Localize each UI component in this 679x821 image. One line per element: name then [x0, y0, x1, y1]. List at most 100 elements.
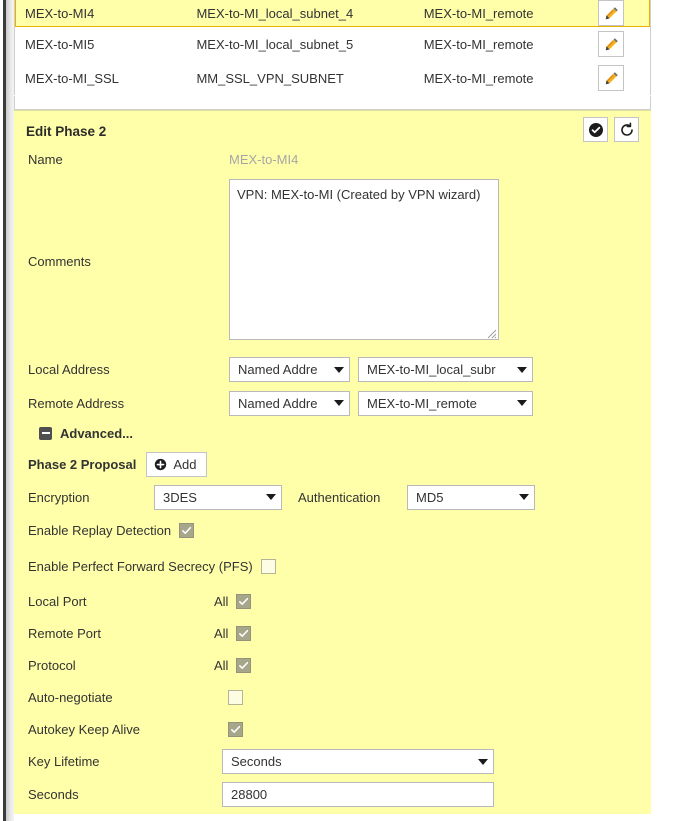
check-icon [182, 526, 192, 534]
check-icon [231, 725, 241, 733]
local-address-type-select[interactable]: Named Addre [229, 357, 350, 382]
name-label: Name [28, 151, 63, 167]
seconds-label: Seconds [28, 787, 79, 802]
phase2-proposal-label: Phase 2 Proposal [28, 456, 137, 472]
table-bottom-padding [14, 96, 651, 110]
panel-title: Edit Phase 2 [26, 124, 107, 139]
edit-phase2-panel: Edit Phase 2 Name MEX-to-MI4 Comments VP… [14, 110, 651, 814]
row-name: MEX-to-MI4 [25, 5, 95, 21]
remote-address-type-value: Named Addre [238, 395, 318, 411]
field-remote-port: Remote Port All [14, 617, 651, 649]
local-address-value: MEX-to-MI_local_subr [367, 362, 496, 377]
table-row[interactable]: MEX-to-MI4 MEX-to-MI_local_subnet_4 MEX-… [15, 0, 650, 27]
autokey-keep-alive-checkbox[interactable] [228, 721, 243, 737]
undo-arrow-icon [620, 122, 633, 136]
encryption-select[interactable]: 3DES [154, 484, 282, 510]
field-key-lifetime: Key Lifetime Seconds [14, 745, 651, 778]
content-column: MEX-to-MI4 MEX-to-MI_local_subnet_4 MEX-… [14, 0, 679, 821]
local-port-label: Local Port [28, 593, 87, 609]
chevron-down-icon [517, 400, 527, 406]
local-port-all-label: All [214, 593, 229, 609]
local-port-all-checkbox[interactable] [236, 593, 252, 609]
remote-address-value-select[interactable]: MEX-to-MI_remote [358, 390, 533, 416]
row-local: MEX-to-MI_local_subnet_4 [196, 5, 354, 21]
key-lifetime-label: Key Lifetime [28, 754, 100, 769]
field-autokey-keep-alive: Autokey Keep Alive [14, 713, 651, 745]
replay-detection-checkbox[interactable] [179, 523, 195, 538]
remote-port-all-checkbox[interactable] [236, 625, 252, 641]
row-name: MEX-to-MI5 [25, 36, 95, 52]
phase2-selectors-table: MEX-to-MI4 MEX-to-MI_local_subnet_4 MEX-… [14, 0, 651, 95]
local-address-type-value: Named Addre [238, 362, 318, 377]
chevron-down-icon [519, 494, 529, 500]
pfs-checkbox[interactable] [260, 558, 276, 574]
pencil-icon [605, 37, 618, 50]
authentication-value: MD5 [416, 489, 444, 505]
comments-textarea[interactable]: VPN: MEX-to-MI (Created by VPN wizard) [229, 179, 499, 340]
panel-actions [583, 117, 639, 142]
remote-port-label: Remote Port [28, 625, 101, 641]
check-circle-icon [588, 122, 603, 137]
table-row[interactable]: MEX-to-MI_SSL MM_SSL_VPN_SUBNET MEX-to-M… [15, 61, 650, 95]
apply-button[interactable] [583, 117, 608, 142]
edit-row-button[interactable] [598, 31, 625, 57]
chevron-down-icon [266, 494, 276, 500]
edit-row-button[interactable] [598, 0, 625, 26]
comments-label: Comments [28, 254, 91, 269]
encryption-value: 3DES [163, 489, 197, 505]
remote-address-label: Remote Address [28, 395, 125, 411]
pfs-label: Enable Perfect Forward Secrecy (PFS) [28, 558, 253, 574]
key-lifetime-select[interactable]: Seconds [222, 749, 494, 774]
window-left-edge [0, 0, 14, 821]
plus-circle-icon [155, 458, 167, 470]
field-pfs: Enable Perfect Forward Secrecy (PFS) [14, 547, 651, 585]
row-remote: MEX-to-MI_remote [423, 70, 534, 86]
chevron-down-icon [517, 366, 527, 373]
row-remote: MEX-to-MI_remote [423, 36, 534, 52]
advanced-toggle[interactable]: Advanced... [14, 418, 651, 448]
auto-negotiate-label: Auto-negotiate [28, 689, 113, 705]
row-local: MEX-to-MI_local_subnet_5 [196, 36, 354, 52]
field-seconds: Seconds 28800 [14, 778, 651, 811]
protocol-all-checkbox[interactable] [236, 657, 252, 673]
row-actions [598, 0, 650, 26]
field-replay-detection: Enable Replay Detection [14, 514, 651, 547]
authentication-select[interactable]: MD5 [407, 484, 535, 510]
local-address-value-select[interactable]: MEX-to-MI_local_subr [358, 357, 533, 382]
add-proposal-button[interactable]: Add [146, 451, 207, 477]
row-local: MM_SSL_VPN_SUBNET [196, 70, 344, 86]
local-address-label: Local Address [28, 362, 110, 377]
auto-negotiate-checkbox[interactable] [228, 689, 243, 705]
row-remote: MEX-to-MI_remote [423, 5, 534, 21]
remote-port-all-label: All [214, 625, 229, 641]
row-name: MEX-to-MI_SSL [25, 70, 119, 86]
advanced-label: Advanced... [60, 425, 133, 441]
key-lifetime-value: Seconds [231, 754, 282, 769]
autokey-keep-alive-label: Autokey Keep Alive [28, 721, 141, 737]
name-value: MEX-to-MI4 [229, 151, 299, 167]
field-local-port: Local Port All [14, 585, 651, 617]
table-row[interactable]: MEX-to-MI5 MEX-to-MI_local_subnet_5 MEX-… [15, 27, 650, 61]
row-actions [598, 65, 650, 91]
phase2-form: Name MEX-to-MI4 Comments VPN: MEX-to-MI … [14, 147, 651, 811]
replay-detection-label: Enable Replay Detection [28, 523, 172, 538]
minus-square-icon[interactable] [39, 426, 52, 440]
revert-button[interactable] [614, 117, 639, 142]
check-icon [239, 629, 249, 637]
pencil-icon [605, 6, 618, 19]
field-remote-address: Remote Address Named Addre MEX-to-MI_rem… [14, 388, 651, 418]
protocol-label: Protocol [28, 657, 76, 673]
page-scrollbar-track[interactable] [6, 0, 14, 821]
field-auto-negotiate: Auto-negotiate [14, 681, 651, 713]
edit-row-button[interactable] [598, 65, 625, 91]
field-encryption-auth: Encryption 3DES Authentication MD5 [14, 480, 651, 514]
seconds-input[interactable]: 28800 [222, 782, 494, 807]
row-actions [598, 31, 650, 57]
add-label: Add [173, 456, 197, 472]
field-phase2-proposal: Phase 2 Proposal Add [14, 448, 651, 480]
chevron-down-icon [478, 758, 488, 765]
protocol-all-label: All [214, 657, 229, 673]
field-protocol: Protocol All [14, 649, 651, 681]
check-icon [239, 597, 249, 605]
remote-address-type-select[interactable]: Named Addre [229, 390, 350, 416]
